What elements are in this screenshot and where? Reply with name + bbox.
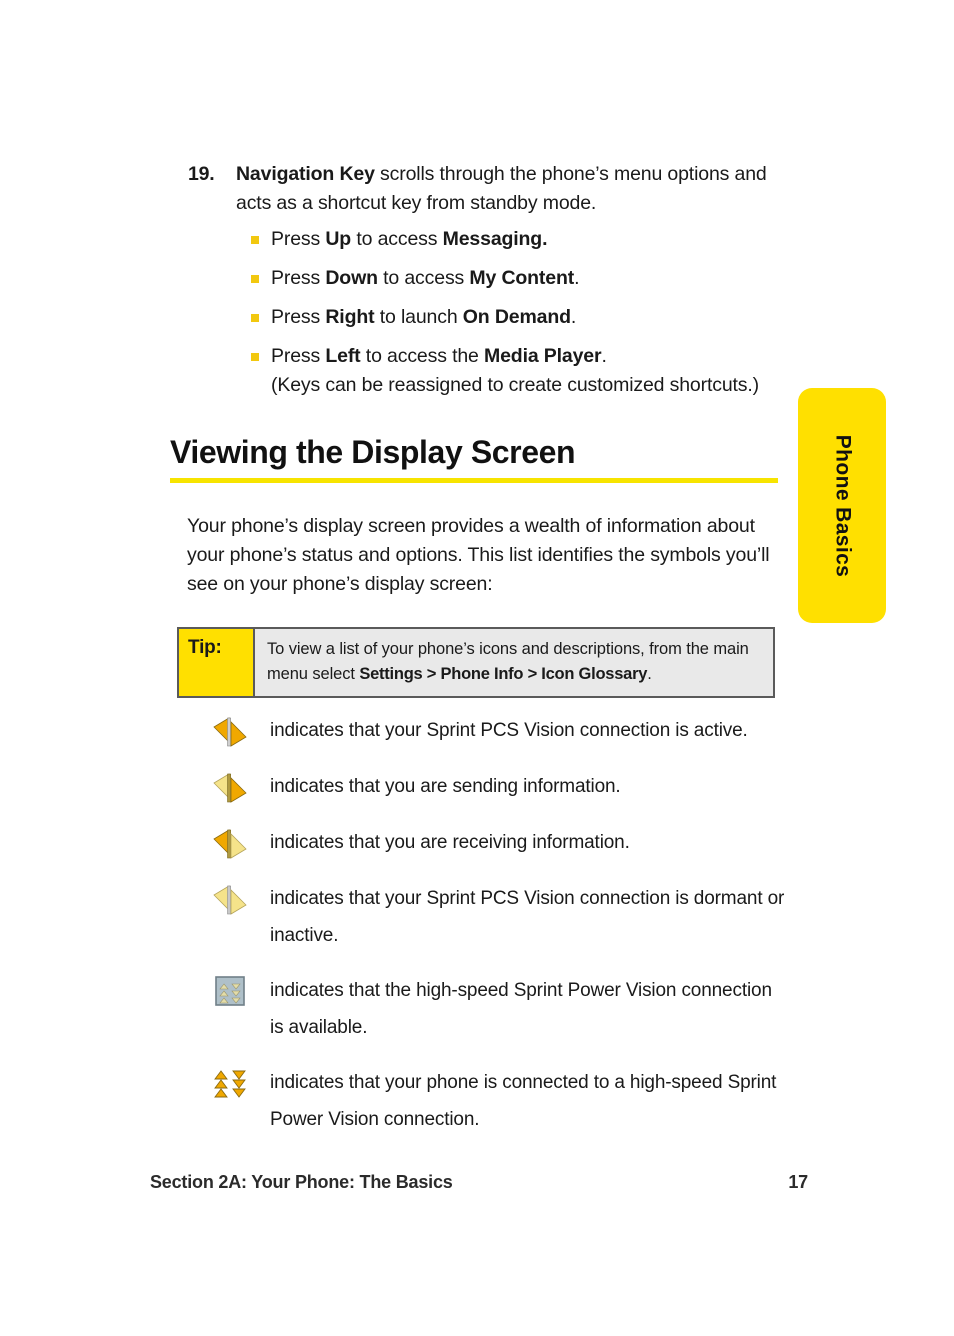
list-item: indicates that your phone is connected t… [190, 1064, 790, 1138]
vision-sending-icon [213, 773, 247, 803]
square-bullet-icon [251, 314, 259, 322]
side-tab-phone-basics: Phone Basics [798, 388, 886, 623]
sub-item-middle: to access the [360, 345, 485, 367]
list-item: indicates that your Sprint PCS Vision co… [190, 880, 790, 954]
tip-text-after: . [647, 665, 652, 683]
icon-description: indicates that you are sending informati… [270, 776, 621, 797]
footer-section-label: Section 2A: Your Phone: The Basics [150, 1172, 453, 1192]
tip-label: Tip: [188, 637, 222, 658]
square-bullet-icon [251, 353, 259, 361]
sub-item-key: Down [325, 267, 378, 289]
icon-cell [190, 1064, 270, 1100]
sub-item-suffix: . [601, 345, 607, 367]
sub-item-key: Up [325, 228, 352, 250]
sub-item-text: Press Down to access My Content. [271, 264, 580, 293]
list-item: Press Up to access Messaging. [251, 225, 788, 254]
sub-item-suffix: . [574, 267, 580, 289]
list-item: Press Right to launch On Demand. [251, 303, 788, 332]
list-item: indicates that your Sprint PCS Vision co… [190, 712, 790, 750]
vision-connection-active-icon [213, 717, 247, 747]
display-icon-list: indicates that your Sprint PCS Vision co… [190, 712, 790, 1156]
list-item: indicates that the high-speed Sprint Pow… [190, 972, 790, 1046]
icon-cell [190, 880, 270, 918]
sub-item-prefix: Press [271, 228, 326, 250]
list-item: indicates that you are receiving informa… [190, 824, 790, 862]
navigation-key-term: Navigation Key [236, 163, 375, 185]
intro-paragraph: Your phone’s display screen provides a w… [187, 515, 770, 595]
numbered-item-19: 19. Navigation Key scrolls through the p… [188, 160, 788, 410]
sub-item-middle: to access [351, 228, 443, 250]
sub-item-target: My Content [469, 267, 575, 289]
numbered-item-sublist: Press Up to access Messaging. Press Down… [188, 225, 788, 400]
icon-description: indicates that your Sprint PCS Vision co… [270, 720, 748, 741]
sub-item-target: Messaging. [442, 228, 548, 250]
icon-cell [190, 712, 270, 750]
numbered-item-number: 19. [188, 163, 215, 185]
sub-item-continuation: (Keys can be reassigned to create custom… [271, 374, 760, 396]
sub-item-text: Press Up to access Messaging. [271, 225, 547, 254]
tip-body-cell: To view a list of your phone’s icons and… [255, 629, 773, 696]
sub-item-key: Left [325, 345, 361, 367]
footer-page-number: 17 [788, 1172, 808, 1192]
power-vision-available-icon [215, 976, 245, 1006]
numbered-item-lead: 19. Navigation Key scrolls through the p… [188, 160, 788, 218]
page-footer: Section 2A: Your Phone: The Basics 17 [150, 1172, 808, 1193]
icon-description: indicates that your phone is connected t… [270, 1072, 777, 1130]
power-vision-connected-icon [214, 1070, 246, 1098]
section-heading-block: Viewing the Display Screen [170, 432, 778, 483]
icon-cell [190, 972, 270, 1006]
sub-item-prefix: Press [271, 345, 326, 367]
numbered-item-text: Navigation Key scrolls through the phone… [236, 160, 788, 218]
tip-label-cell: Tip: [179, 629, 255, 696]
sub-item-target: Media Player [484, 345, 602, 367]
sub-item-text: Press Left to access the Media Player. (K… [271, 342, 759, 400]
document-page: 19. Navigation Key scrolls through the p… [0, 0, 954, 1336]
heading-rule-divider [170, 478, 778, 483]
tip-menu-path: Settings > Phone Info > Icon Glossary [359, 665, 648, 683]
sub-item-middle: to access [377, 267, 470, 289]
square-bullet-icon [251, 236, 259, 244]
square-bullet-icon [251, 275, 259, 283]
sub-item-suffix: . [570, 306, 577, 328]
icon-description: indicates that your Sprint PCS Vision co… [270, 888, 785, 946]
side-tab-label: Phone Basics [831, 434, 854, 577]
list-item: Press Left to access the Media Player. (K… [251, 342, 788, 400]
icon-description: indicates that you are receiving informa… [270, 832, 630, 853]
icon-cell [190, 768, 270, 806]
icon-description: indicates that the high-speed Sprint Pow… [270, 980, 772, 1038]
sub-item-key: Right [325, 306, 375, 328]
page-title: Viewing the Display Screen [170, 434, 576, 470]
sub-item-middle: to launch [374, 306, 463, 328]
icon-cell [190, 824, 270, 862]
list-item: Press Down to access My Content. [251, 264, 788, 293]
sub-item-target: On Demand [462, 306, 571, 328]
sub-item-prefix: Press [271, 306, 326, 328]
sub-item-text: Press Right to launch On Demand. [271, 303, 576, 332]
vision-dormant-icon [213, 885, 247, 915]
sub-item-prefix: Press [271, 267, 326, 289]
vision-receiving-icon [213, 829, 247, 859]
tip-callout-box: Tip: To view a list of your phone’s icon… [177, 627, 775, 698]
list-item: indicates that you are sending informati… [190, 768, 790, 806]
